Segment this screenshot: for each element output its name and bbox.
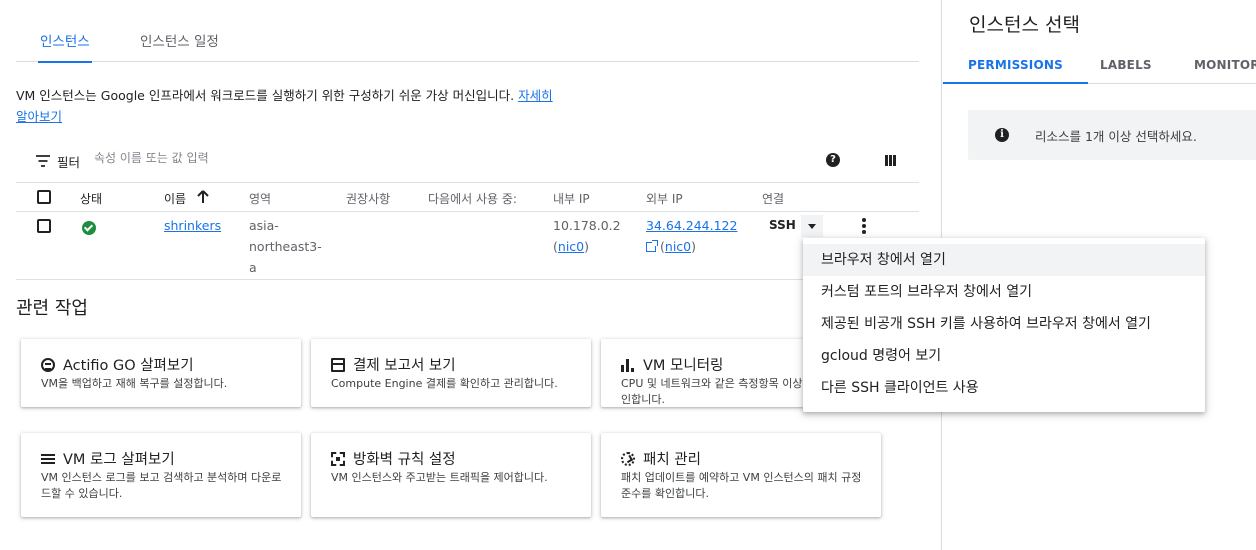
- menu-item-open-browser[interactable]: 브라우저 창에서 열기: [803, 244, 1205, 276]
- instance-name-link[interactable]: shrinkers: [164, 215, 221, 236]
- header-status[interactable]: 상태: [80, 190, 102, 207]
- menu-item-other-client[interactable]: 다른 SSH 클라이언트 사용: [803, 372, 1205, 404]
- card-title: Actifio GO 살펴보기: [63, 358, 194, 374]
- header-internal-ip[interactable]: 내부 IP: [553, 190, 590, 207]
- row-checkbox[interactable]: [37, 219, 51, 233]
- actifio-icon: [41, 357, 55, 372]
- header-recommendations[interactable]: 권장사항: [346, 190, 390, 207]
- side-panel-title: 인스턴스 선택: [969, 14, 1080, 36]
- zone-line: northeast3-: [249, 239, 322, 254]
- external-ip-cell: 34.64.244.122 (nic0): [646, 215, 737, 257]
- card-desc: Compute Engine 결제를 확인하고 관리합니다.: [331, 377, 558, 390]
- tab-instances[interactable]: 인스턴스: [38, 22, 92, 63]
- instance-tabs: 인스턴스 인스턴스 일정: [16, 22, 919, 63]
- menu-item-open-custom-port[interactable]: 커스텀 포트의 브라우저 창에서 열기: [803, 276, 1205, 308]
- zone-line: a: [249, 260, 257, 275]
- billing-icon: [331, 357, 345, 372]
- external-nic-link[interactable]: nic0: [665, 239, 691, 254]
- card-patch[interactable]: 패치 관리 패치 업데이트를 예약하고 VM 인스턴스의 패치 규정 준수를 확…: [601, 433, 881, 517]
- more-actions-icon[interactable]: [861, 218, 867, 236]
- header-zone[interactable]: 영역: [249, 190, 271, 207]
- info-icon: i: [995, 128, 1009, 142]
- bar-chart-icon: [621, 358, 635, 372]
- header-in-use-by[interactable]: 다음에서 사용 중:: [428, 190, 517, 207]
- card-logs[interactable]: VM 로그 살펴보기 VM 인스턴스 로그를 보고 검색하고 분석하며 다운로드…: [21, 433, 301, 517]
- page-description: VM 인스턴스는 Google 인프라에서 워크로드를 실행하기 위한 구성하기…: [16, 85, 556, 127]
- filter-bar: 필터 ?: [30, 148, 910, 174]
- select-all-checkbox[interactable]: [37, 190, 51, 204]
- menu-item-open-private-key[interactable]: 제공된 비공개 SSH 키를 사용하여 브라우저 창에서 열기: [803, 308, 1205, 340]
- card-title: VM 로그 살펴보기: [63, 452, 175, 468]
- card-billing[interactable]: 결제 보고서 보기 Compute Engine 결제를 확인하고 관리합니다.: [311, 339, 591, 407]
- card-desc: VM 인스턴스와 주고받는 트래픽을 제어합니다.: [331, 471, 548, 484]
- tab-schedules[interactable]: 인스턴스 일정: [140, 22, 219, 62]
- tab-monitoring[interactable]: MONITORI: [1194, 58, 1256, 72]
- ssh-dropdown-menu: 브라우저 창에서 열기 커스텀 포트의 브라우저 창에서 열기 제공된 비공개 …: [803, 238, 1205, 412]
- filter-label: 필터: [57, 155, 81, 170]
- card-title: 패치 관리: [643, 452, 701, 468]
- instance-zone: asia- northeast3- a: [249, 215, 322, 278]
- open-in-new-icon[interactable]: [646, 240, 658, 252]
- description-text: VM 인스턴스는 Google 인프라에서 워크로드를 실행하기 위한 구성하기…: [16, 88, 519, 103]
- firewall-icon: [331, 451, 345, 466]
- card-firewall[interactable]: 방화벽 규칙 설정 VM 인스턴스와 주고받는 트래픽을 제어합니다.: [311, 433, 591, 517]
- help-icon[interactable]: ?: [826, 153, 840, 167]
- info-message: i 리소스를 1개 이상 선택하세요.: [968, 110, 1256, 160]
- zone-line: asia-: [249, 218, 279, 233]
- tab-labels[interactable]: LABELS: [1100, 58, 1152, 72]
- info-text: 리소스를 1개 이상 선택하세요.: [1035, 129, 1197, 144]
- card-desc: VM 인스턴스 로그를 보고 검색하고 분석하며 다운로드할 수 있습니다.: [41, 471, 282, 500]
- sort-ascending-icon[interactable]: [197, 190, 209, 204]
- patch-icon: [621, 451, 635, 466]
- card-title: VM 모니터링: [643, 358, 724, 374]
- filter-icon[interactable]: [36, 155, 50, 167]
- card-title: 결제 보고서 보기: [353, 358, 456, 374]
- header-external-ip[interactable]: 외부 IP: [646, 190, 683, 207]
- external-ip-link[interactable]: 34.64.244.122: [646, 215, 737, 236]
- card-desc: 패치 업데이트를 예약하고 VM 인스턴스의 패치 규정 준수를 확인합니다.: [621, 471, 862, 500]
- internal-ip-cell: 10.178.0.2 (nic0): [553, 215, 621, 257]
- filter-input[interactable]: [94, 151, 414, 165]
- logs-icon: [41, 452, 55, 466]
- header-connect[interactable]: 연결: [762, 190, 784, 207]
- instances-table: 상태 이름 영역 권장사항 다음에서 사용 중: 내부 IP 외부 IP 연결 …: [16, 182, 919, 280]
- table-row: shrinkers asia- northeast3- a 10.178.0.2…: [16, 212, 919, 280]
- internal-ip-value: 10.178.0.2: [553, 218, 621, 233]
- card-desc: VM을 백업하고 재해 복구를 설정합니다.: [41, 377, 228, 390]
- related-actions-title: 관련 작업: [16, 298, 88, 319]
- card-title: 방화벽 규칙 설정: [353, 452, 456, 468]
- card-actifio[interactable]: Actifio GO 살펴보기 VM을 백업하고 재해 복구를 설정합니다.: [21, 339, 301, 407]
- menu-item-gcloud-command[interactable]: gcloud 명령어 보기: [803, 340, 1205, 372]
- table-header: 상태 이름 영역 권장사항 다음에서 사용 중: 내부 IP 외부 IP 연결: [16, 182, 919, 212]
- internal-nic-link[interactable]: nic0: [558, 239, 584, 254]
- column-display-icon[interactable]: [885, 155, 896, 166]
- header-name[interactable]: 이름: [164, 190, 186, 207]
- main-content: 인스턴스 인스턴스 일정 VM 인스턴스는 Google 인프라에서 워크로드를…: [0, 0, 940, 550]
- status-running-icon: [82, 221, 96, 235]
- tab-permissions[interactable]: PERMISSIONS: [943, 58, 1088, 84]
- side-panel-tabs: PERMISSIONS LABELS MONITORI: [942, 46, 1256, 84]
- ssh-dropdown-button[interactable]: [801, 215, 823, 237]
- ssh-button[interactable]: SSH: [769, 218, 796, 232]
